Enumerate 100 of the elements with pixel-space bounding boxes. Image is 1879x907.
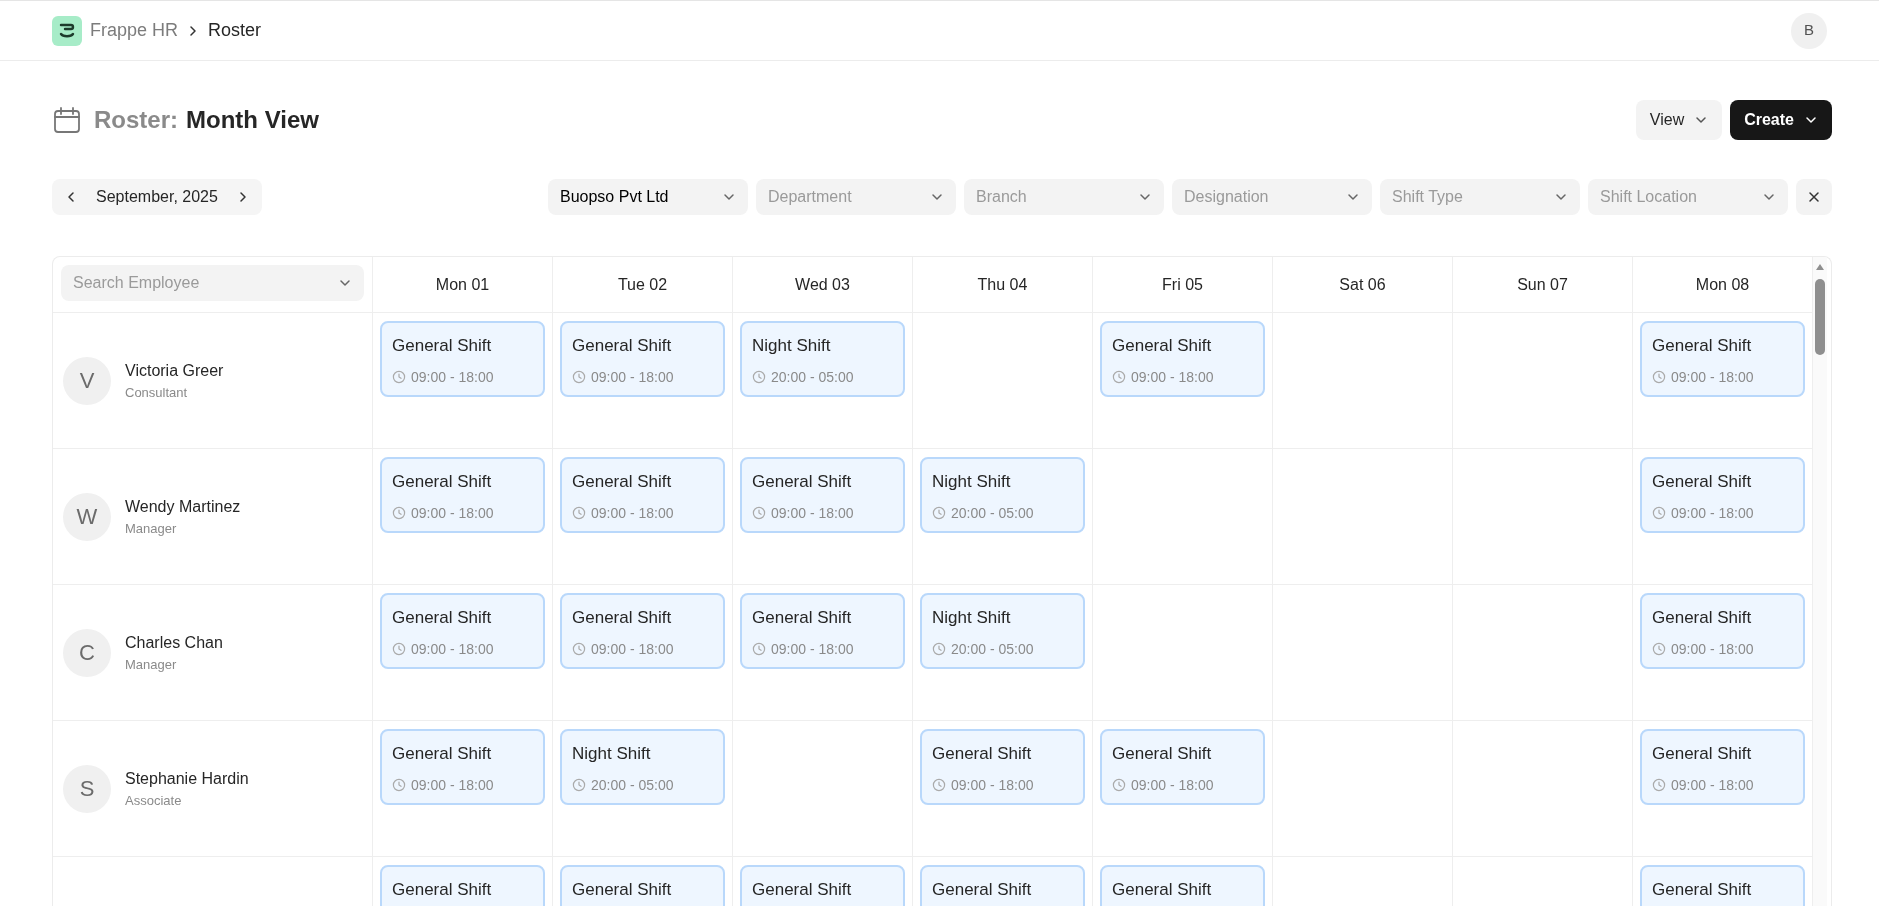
employee-avatar: W	[63, 492, 111, 541]
employee-name: Charles Chan	[125, 632, 223, 653]
clock-icon	[1112, 778, 1126, 792]
user-avatar[interactable]: B	[1791, 12, 1827, 49]
shift-title: General Shift	[392, 335, 493, 357]
clock-icon	[752, 370, 766, 384]
employee-avatar: V	[63, 356, 111, 405]
shift-card[interactable]: General Shift 09:00 - 18:00	[380, 729, 545, 805]
create-button[interactable]: Create	[1730, 100, 1832, 140]
clock-icon	[932, 506, 946, 520]
shift-time: 09:00 - 18:00	[1671, 503, 1754, 523]
shift-title: General Shift	[1652, 471, 1753, 493]
shift-card[interactable]: General Shift 09:00 - 18:00	[920, 729, 1085, 805]
shift-time: 09:00 - 18:00	[591, 639, 674, 659]
clock-icon	[392, 778, 406, 792]
day-header: Wed 03	[795, 274, 850, 295]
month-label: September, 2025	[96, 187, 218, 207]
shift-time: 20:00 - 05:00	[951, 503, 1034, 523]
shift-card[interactable]: General Shift 09:00 - 18:00	[560, 457, 725, 533]
shift-title: General Shift	[392, 879, 493, 901]
clock-icon	[932, 778, 946, 792]
shift-card[interactable]: General Shift 09:00 - 18:00	[1100, 729, 1265, 805]
shift-card[interactable]: General Shift 09:00 - 18:00	[1640, 321, 1805, 397]
shift-title: General Shift	[752, 879, 853, 901]
shift-time: 20:00 - 05:00	[771, 367, 854, 387]
shift-title: General Shift	[572, 879, 673, 901]
shift-card[interactable]: General Shift 09:00 - 18:00	[1100, 321, 1265, 397]
shift-time: 09:00 - 18:00	[1671, 367, 1754, 387]
shift-card[interactable]: General Shift	[1640, 865, 1805, 906]
employee-designation: Manager	[125, 655, 178, 674]
employee-name: Victoria Greer	[125, 360, 224, 381]
clock-icon	[1652, 506, 1666, 520]
shift-time: 09:00 - 18:00	[1671, 639, 1754, 659]
scrollbar-thumb[interactable]	[1815, 279, 1825, 355]
shift-time: 09:00 - 18:00	[411, 503, 494, 523]
page-title-prefix: Roster:	[94, 105, 178, 135]
clock-icon	[572, 778, 586, 792]
shift-title: General Shift	[1112, 743, 1213, 765]
shift-time: 09:00 - 18:00	[951, 775, 1034, 795]
shift-title: Night Shift	[932, 471, 1012, 493]
clock-icon	[752, 642, 766, 656]
shift-title: Night Shift	[572, 743, 652, 765]
page-title: Month View	[186, 105, 319, 135]
up-arrow-icon[interactable]	[1815, 263, 1825, 271]
calendar-icon	[52, 105, 82, 135]
view-button[interactable]: View	[1635, 100, 1723, 140]
clock-icon	[392, 370, 406, 384]
clock-icon	[572, 370, 586, 384]
shift-card[interactable]: Night Shift 20:00 - 05:00	[920, 593, 1085, 669]
shift-card[interactable]: Night Shift 20:00 - 05:00	[920, 457, 1085, 533]
shift-card[interactable]: Night Shift 20:00 - 05:00	[560, 729, 725, 805]
shift-time: 09:00 - 18:00	[591, 503, 674, 523]
shift-card[interactable]: General Shift 09:00 - 18:00	[740, 457, 905, 533]
shift-card[interactable]: General Shift	[560, 865, 725, 906]
close-button[interactable]	[1796, 179, 1832, 215]
clock-icon	[392, 642, 406, 656]
shift-title: Night Shift	[752, 335, 832, 357]
shift-title: General Shift	[572, 471, 673, 493]
shift-title: General Shift	[1652, 743, 1753, 765]
shift-card[interactable]: General Shift 09:00 - 18:00	[1640, 729, 1805, 805]
shift-title: General Shift	[392, 607, 493, 629]
shift-card[interactable]: General Shift 09:00 - 18:00	[740, 593, 905, 669]
shift-card[interactable]: General Shift 09:00 - 18:00	[1640, 593, 1805, 669]
shift-card[interactable]: General Shift	[920, 865, 1085, 906]
clock-icon	[1112, 370, 1126, 384]
filter-dropdown[interactable]: Buopso Pvt Ltd	[548, 179, 748, 215]
shift-card[interactable]: General Shift 09:00 - 18:00	[560, 321, 725, 397]
day-header: Mon 01	[435, 274, 490, 295]
shift-time: 20:00 - 05:00	[591, 775, 674, 795]
shift-title: General Shift	[1652, 607, 1753, 629]
shift-card[interactable]: Night Shift 20:00 - 05:00	[740, 321, 905, 397]
shift-title: General Shift	[572, 607, 673, 629]
clock-icon	[752, 506, 766, 520]
shift-title: General Shift	[752, 471, 853, 493]
clock-icon	[572, 642, 586, 656]
shift-title: General Shift	[1652, 335, 1753, 357]
shift-time: 09:00 - 18:00	[771, 503, 854, 523]
clock-icon	[1652, 642, 1666, 656]
shift-time: 09:00 - 18:00	[1131, 367, 1214, 387]
breadcrumb-link[interactable]: Roster	[208, 17, 262, 44]
shift-title: General Shift	[932, 879, 1033, 901]
day-header: Tue 02	[617, 274, 668, 295]
shift-card[interactable]: General Shift 09:00 - 18:00	[380, 593, 545, 669]
clock-icon	[1652, 778, 1666, 792]
shift-time: 20:00 - 05:00	[951, 639, 1034, 659]
shift-card[interactable]: General Shift 09:00 - 18:00	[380, 457, 545, 533]
employee-name: Wendy Martinez	[125, 496, 241, 517]
clock-icon	[392, 506, 406, 520]
shift-card[interactable]: General Shift 09:00 - 18:00	[560, 593, 725, 669]
day-header: Mon 08	[1695, 274, 1750, 295]
shift-card[interactable]: General Shift	[1100, 865, 1265, 906]
shift-card[interactable]: General Shift 09:00 - 18:00	[380, 321, 545, 397]
employee-name: Stephanie Hardin	[125, 768, 249, 789]
shift-title: Night Shift	[932, 607, 1012, 629]
shift-card[interactable]: General Shift	[380, 865, 545, 906]
scrollbar[interactable]	[1813, 257, 1827, 906]
logo-icon	[52, 15, 82, 46]
breadcrumb-link[interactable]: Frappe HR	[90, 17, 179, 44]
shift-card[interactable]: General Shift	[740, 865, 905, 906]
shift-card[interactable]: General Shift 09:00 - 18:00	[1640, 457, 1805, 533]
